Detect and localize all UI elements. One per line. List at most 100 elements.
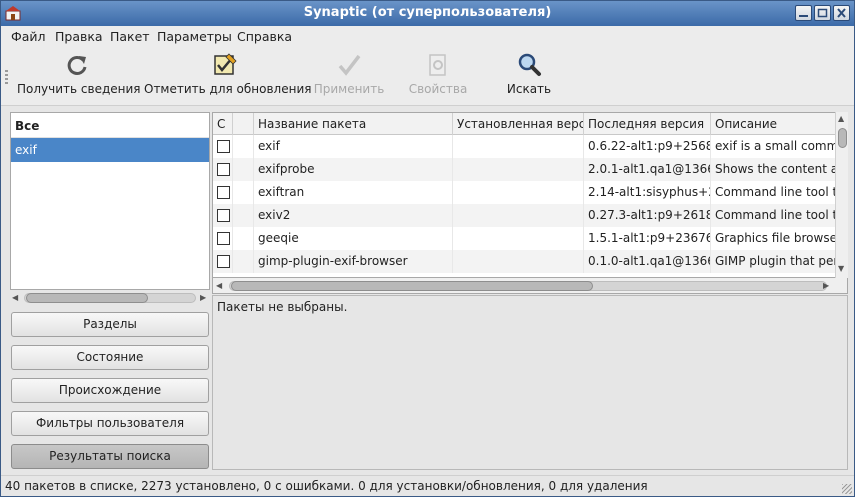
minimize-button[interactable] (795, 5, 812, 21)
row-latest: 2.0.1-alt1.qa1@136611 (584, 158, 711, 181)
table-row[interactable]: exif 0.6.22-alt1:p9+256805 exif is a sma… (213, 135, 835, 158)
origin-button[interactable]: Происхождение (11, 378, 209, 403)
mark-upgrades-label: Отметить для обновления (144, 82, 312, 96)
close-button[interactable] (833, 5, 850, 21)
row-support-cell (233, 204, 254, 227)
row-checkbox-cell (213, 181, 233, 204)
search-button[interactable]: Искать (497, 52, 561, 102)
apply-button[interactable]: Применить (311, 52, 387, 102)
column-description[interactable]: Описание (711, 113, 835, 135)
row-installed (453, 181, 584, 204)
toolbar-grip[interactable] (5, 70, 8, 86)
properties-label: Свойства (408, 82, 468, 96)
row-checkbox[interactable] (217, 255, 230, 268)
reload-label: Получить сведения (17, 82, 141, 96)
sections-button[interactable]: Разделы (11, 312, 209, 337)
filter-list-header[interactable]: Все (11, 113, 209, 138)
filter-item-exif[interactable]: exif (11, 138, 209, 162)
menu-help[interactable]: Справка (237, 29, 292, 44)
row-installed (453, 158, 584, 181)
maximize-button[interactable] (814, 5, 831, 21)
filter-list: Все exif (10, 112, 210, 290)
window-title: Synaptic (от суперпользователя) (303, 5, 552, 20)
scrollbar-thumb[interactable] (231, 281, 593, 291)
properties-button[interactable]: Свойства (405, 52, 471, 102)
table-header: С Название пакета Установленная верс Пос… (213, 113, 835, 135)
row-checkbox-cell (213, 158, 233, 181)
menu-settings[interactable]: Параметры (157, 29, 232, 44)
column-installed-version[interactable]: Установленная верс (453, 113, 584, 135)
search-results-button[interactable]: Результаты поиска (11, 444, 209, 469)
maximize-icon (817, 8, 828, 18)
row-name: exiftran (254, 181, 453, 204)
resize-grip-icon[interactable] (842, 484, 852, 494)
menu-edit[interactable]: Правка (55, 29, 103, 44)
scroll-left-arrow-icon[interactable]: ◀ (216, 281, 222, 290)
row-checkbox[interactable] (217, 186, 230, 199)
package-table-hscrollbar[interactable]: ◀ ▶ (212, 278, 848, 294)
row-support-cell (233, 250, 254, 273)
row-name: exif (254, 135, 453, 158)
row-description: Shows the content ar (715, 162, 835, 176)
row-latest: 2.14-alt1:sisyphus+223 (584, 181, 711, 204)
column-package-name[interactable]: Название пакета (254, 113, 453, 135)
scroll-right-arrow-icon[interactable]: ▶ (823, 281, 829, 290)
toolbar: Получить сведения Отметить для обновлени… (1, 48, 854, 106)
search-icon (518, 53, 541, 76)
row-checkbox-cell (213, 204, 233, 227)
row-checkbox-cell (213, 135, 233, 158)
row-support-cell (233, 227, 254, 250)
scroll-up-arrow-icon[interactable]: ▲ (838, 114, 844, 123)
row-name: exiv2 (254, 204, 453, 227)
row-latest: 0.1.0-alt1.qa1@136612 (584, 250, 711, 273)
row-checkbox-cell (213, 227, 233, 250)
row-installed (453, 135, 584, 158)
close-icon (837, 8, 846, 18)
row-checkbox[interactable] (217, 232, 230, 245)
row-checkbox[interactable] (217, 163, 230, 176)
row-description: Command line tool to (715, 185, 835, 199)
row-name: exifprobe (254, 158, 453, 181)
scrollbar-thumb[interactable] (26, 293, 148, 303)
row-installed (453, 204, 584, 227)
table-row[interactable]: geeqie 1.5.1-alt1:p9+236761.5 Graphics f… (213, 227, 835, 250)
row-checkbox[interactable] (217, 209, 230, 222)
row-name: geeqie (254, 227, 453, 250)
row-checkbox[interactable] (217, 140, 230, 153)
synaptic-window: Synaptic (от суперпользователя) Файл Пра… (0, 0, 855, 497)
row-description: Graphics file browser (715, 231, 835, 245)
column-support[interactable] (233, 113, 254, 135)
apply-icon (338, 54, 361, 76)
scroll-left-arrow-icon[interactable]: ◀ (12, 293, 18, 302)
column-latest-version[interactable]: Последняя версия (584, 113, 711, 135)
reload-button[interactable]: Получить сведения (17, 52, 141, 102)
mark-upgrades-button[interactable]: Отметить для обновления (144, 52, 312, 102)
row-support-cell (233, 181, 254, 204)
menu-file[interactable]: Файл (11, 29, 46, 44)
menu-bar: Файл Правка Пакет Параметры Справка (1, 26, 854, 48)
search-label: Искать (506, 82, 552, 96)
row-latest: 1.5.1-alt1:p9+236761.5 (584, 227, 711, 250)
column-status[interactable]: С (213, 113, 233, 135)
menu-package[interactable]: Пакет (110, 29, 150, 44)
minimize-icon (799, 15, 808, 17)
row-checkbox-cell (213, 250, 233, 273)
scroll-right-arrow-icon[interactable]: ▶ (200, 293, 206, 302)
status-button[interactable]: Состояние (11, 345, 209, 370)
scroll-down-arrow-icon[interactable]: ▼ (838, 264, 844, 273)
properties-icon (429, 54, 446, 76)
row-latest: 0.6.22-alt1:p9+256805 (584, 135, 711, 158)
reload-icon (67, 55, 87, 75)
table-row[interactable]: exifprobe 2.0.1-alt1.qa1@136611 Shows th… (213, 158, 835, 181)
filter-list-hscrollbar[interactable]: ◀ ▶ (10, 290, 210, 306)
package-table-vscrollbar[interactable]: ▲ ▼ (835, 112, 848, 278)
table-row[interactable]: exiftran 2.14-alt1:sisyphus+223 Command … (213, 181, 835, 204)
custom-filters-button[interactable]: Фильтры пользователя (11, 411, 209, 436)
row-latest: 0.27.3-alt1:p9+261807 (584, 204, 711, 227)
title-bar[interactable]: Synaptic (от суперпользователя) (1, 1, 854, 26)
table-row[interactable]: gimp-plugin-exif-browser 0.1.0-alt1.qa1@… (213, 250, 835, 273)
package-table: С Название пакета Установленная верс Пос… (212, 112, 848, 278)
table-row[interactable]: exiv2 0.27.3-alt1:p9+261807 Command line… (213, 204, 835, 227)
row-description: exif is a small comma (715, 139, 835, 153)
vscrollbar-thumb[interactable] (838, 128, 847, 148)
